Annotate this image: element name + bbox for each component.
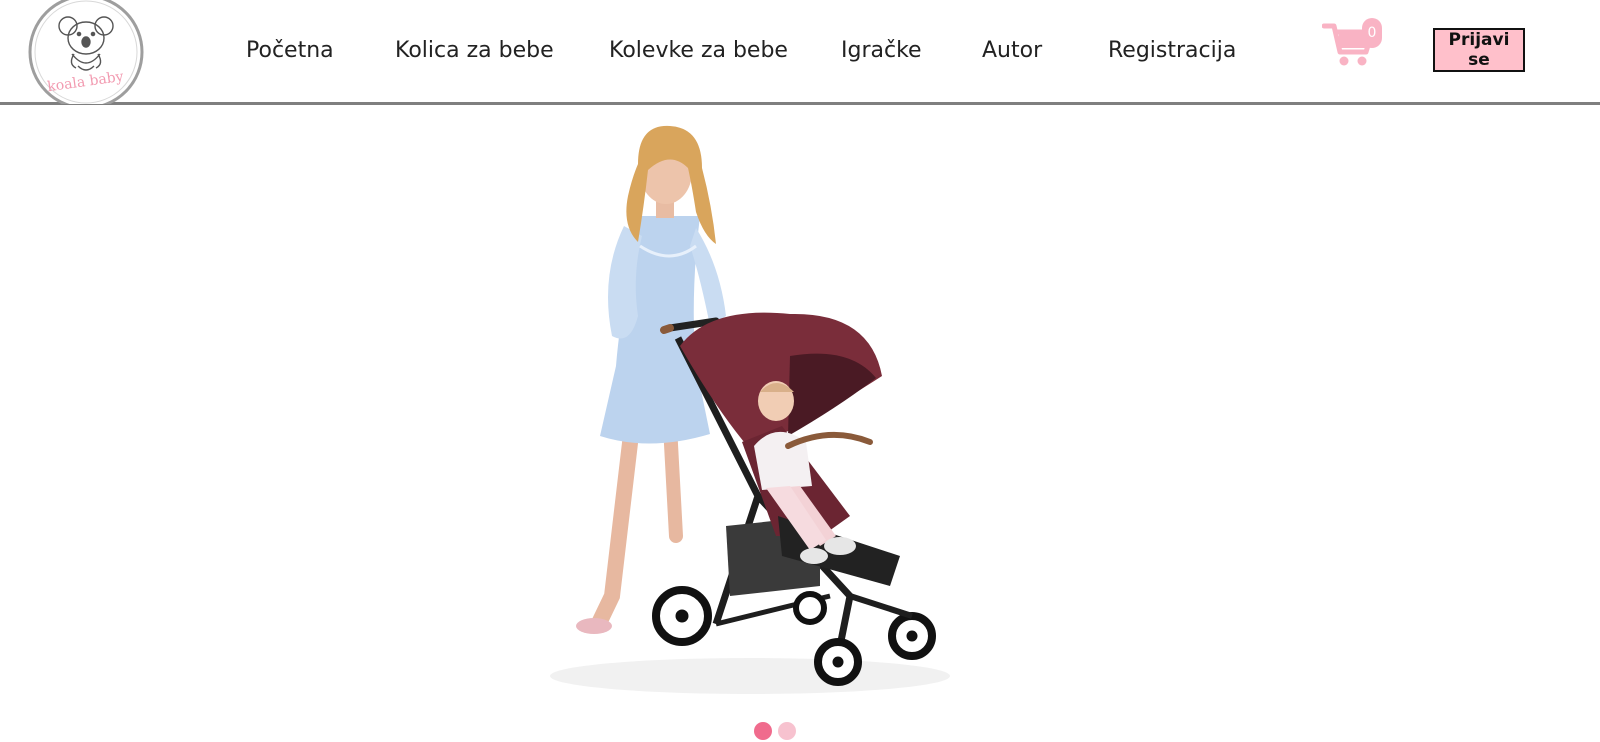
nav-item-kolevke[interactable]: Kolevke za bebe (609, 38, 788, 63)
cart-count-badge: 0 (1362, 18, 1382, 48)
carousel-dot-2[interactable] (778, 722, 796, 740)
nav-item-registracija[interactable]: Registracija (1108, 38, 1236, 63)
nav-item-pocetna[interactable]: Početna (246, 38, 334, 63)
nav-item-igracke[interactable]: Igračke (841, 38, 922, 63)
login-button[interactable]: Prijavi se (1433, 28, 1525, 72)
nav-item-kolica[interactable]: Kolica za bebe (395, 38, 554, 63)
hero-image (550, 125, 950, 694)
site-header: koala baby Početna Kolica za bebe Kolevk… (0, 0, 1600, 105)
carousel-indicators (754, 722, 802, 740)
nav-item-autor[interactable]: Autor (982, 38, 1042, 63)
carousel-dot-1[interactable] (754, 722, 772, 740)
